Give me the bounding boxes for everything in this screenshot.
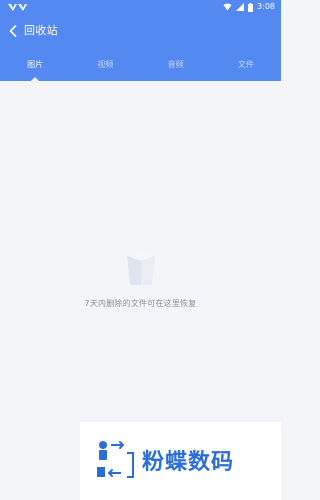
- header: 3:08 回收站 图片 视频 音频 文件: [0, 0, 281, 81]
- tab-files[interactable]: 文件: [211, 48, 281, 81]
- recycle-bin-screen: 3:08 回收站 图片 视频 音频 文件 7天内删除的文件可在这里恢复 粉蝶数码: [0, 0, 281, 500]
- tab-label: 音频: [167, 60, 184, 69]
- status-right: 3:08: [223, 0, 275, 14]
- app-bar: 回收站: [0, 16, 281, 48]
- tab-label: 视频: [97, 60, 114, 69]
- notification-icon: [8, 4, 27, 11]
- empty-message: 7天内删除的文件可在这里恢复: [84, 299, 197, 308]
- page-title: 回收站: [24, 24, 58, 37]
- battery-icon: [248, 2, 254, 12]
- chevron-left-icon: [9, 25, 17, 37]
- status-time: 3:08: [257, 2, 275, 11]
- wifi-icon: [223, 3, 232, 11]
- watermark: 粉蝶数码: [80, 422, 281, 500]
- tab-label: 文件: [237, 60, 254, 69]
- tab-bar: 图片 视频 音频 文件: [0, 48, 281, 81]
- watermark-logo: [97, 441, 134, 478]
- status-bar: 3:08: [0, 0, 281, 14]
- back-button[interactable]: [7, 25, 19, 37]
- tab-videos[interactable]: 视频: [70, 48, 140, 81]
- empty-box-icon: [126, 252, 155, 285]
- tab-audio[interactable]: 音频: [141, 48, 211, 81]
- empty-state: 7天内删除的文件可在这里恢复: [0, 250, 281, 309]
- tab-images[interactable]: 图片: [0, 48, 70, 81]
- watermark-text: 粉蝶数码: [142, 450, 235, 475]
- signal-icon: [236, 3, 245, 11]
- active-tab-indicator: [31, 77, 40, 81]
- tab-label: 图片: [27, 60, 44, 69]
